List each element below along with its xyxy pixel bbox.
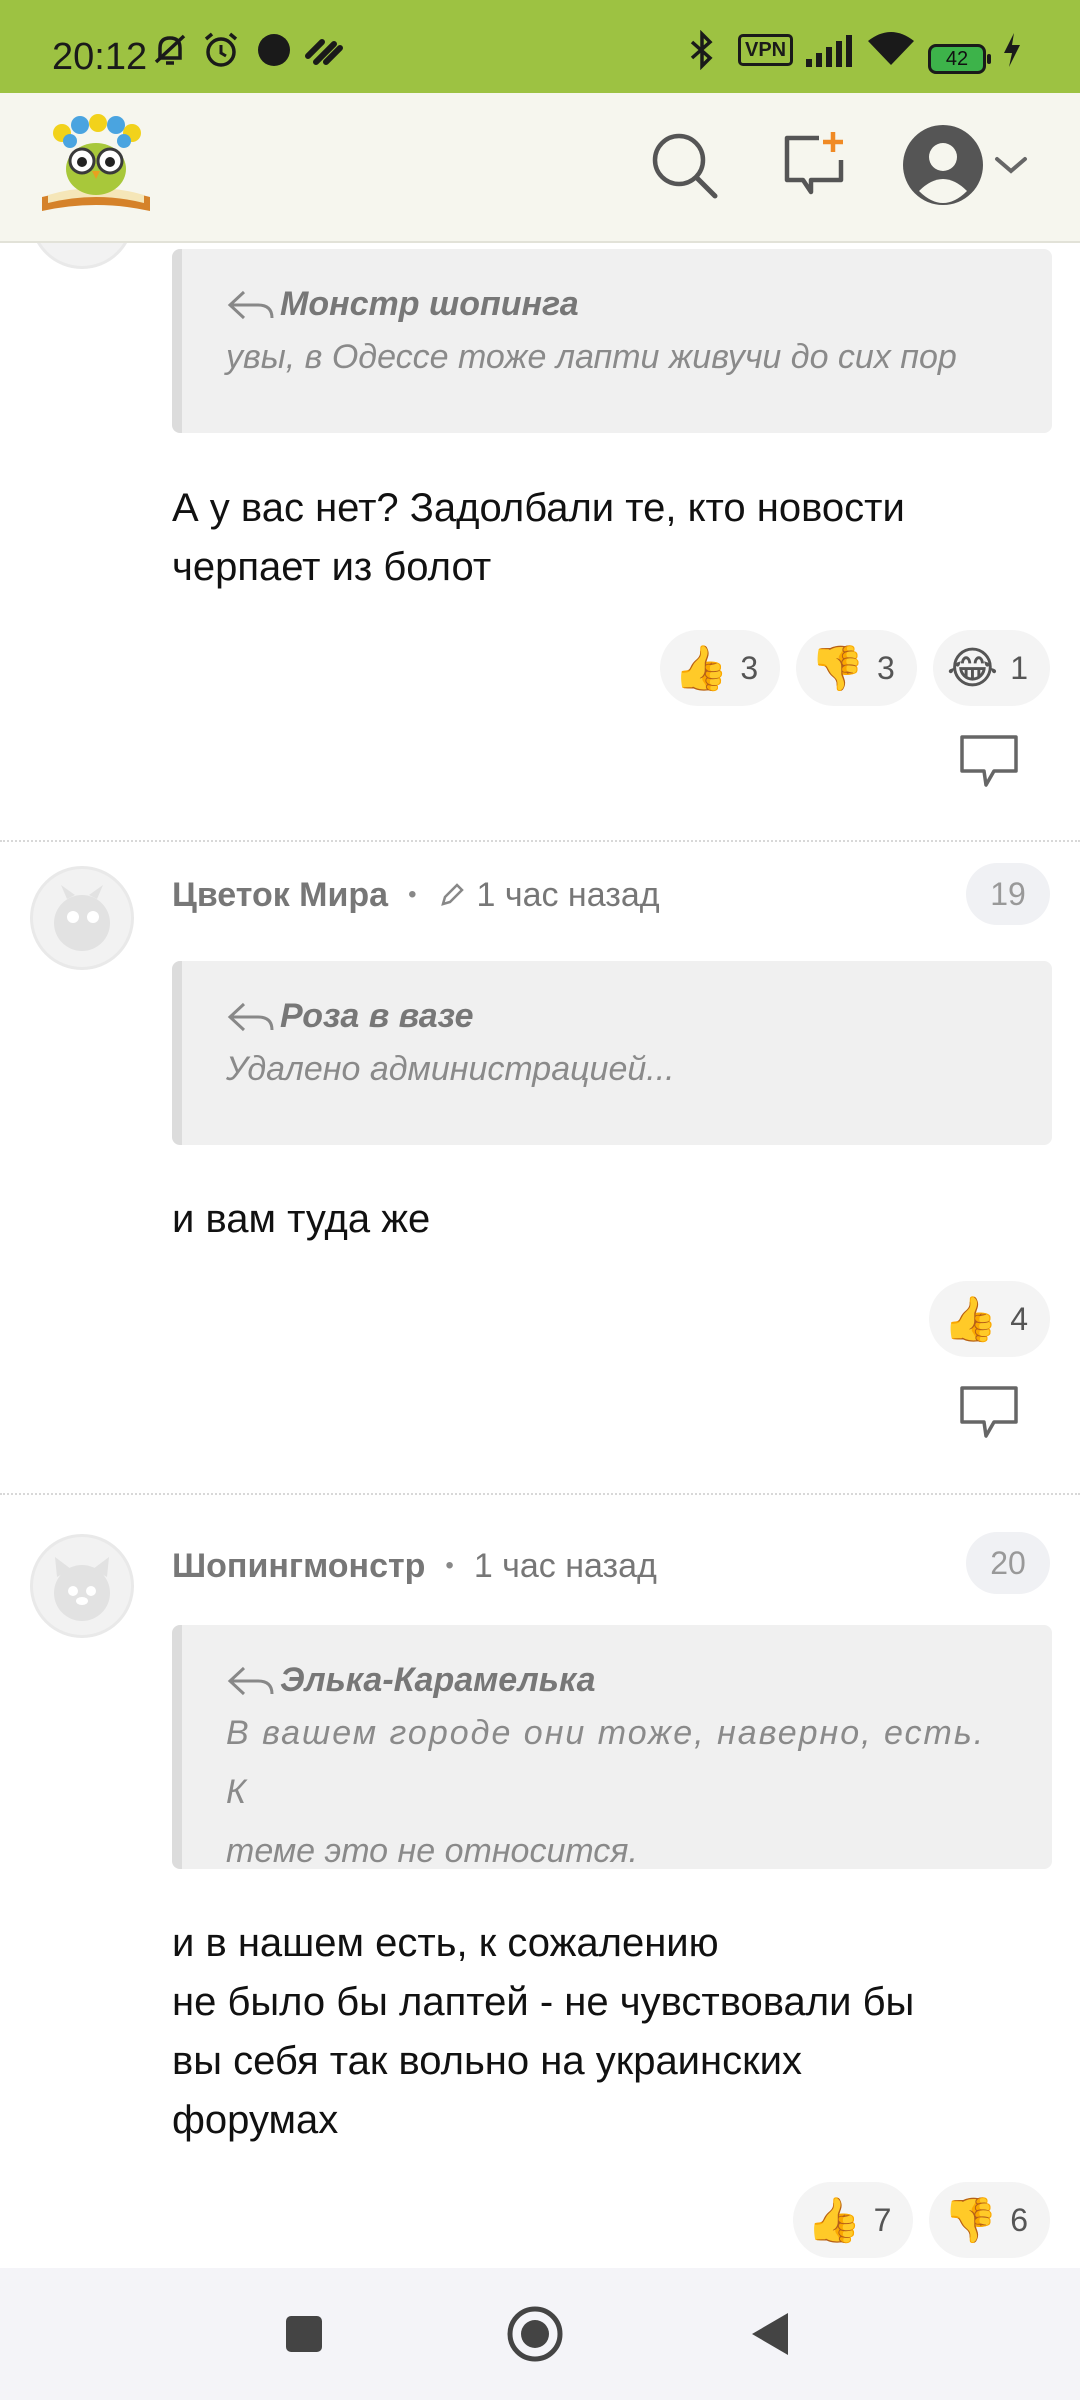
home-circle-icon[interactable] — [505, 2304, 565, 2364]
comment-time: 1 час назад — [473, 1546, 657, 1585]
quote-author: Элька-Карамелька — [226, 1661, 1012, 1700]
new-post-icon[interactable] — [772, 123, 856, 207]
comment-text-line: и вам туда же — [172, 1197, 431, 1241]
comment-time: 1 час назад — [476, 875, 660, 914]
wifi-icon — [866, 30, 916, 70]
quote-author-name: Монстр шопинга — [280, 285, 579, 323]
quote-author: Монстр шопинга — [226, 285, 1012, 324]
reactions-bar: 👍 7 👎 6 — [792, 2182, 1050, 2258]
separator-dot: • — [445, 1552, 454, 1579]
app-icon — [304, 30, 344, 70]
battery-level: 42 — [945, 48, 969, 70]
reaction-count: 7 — [873, 2201, 892, 2238]
reaction-like[interactable]: 👍 4 — [929, 1281, 1050, 1357]
separator-dot: • — [408, 881, 417, 908]
quote-block[interactable]: Элька-Карамелька В вашем городе они тоже… — [172, 1625, 1052, 1870]
owl-book-logo[interactable] — [34, 107, 158, 230]
comment-text-line: форумах — [172, 2098, 339, 2142]
battery-icon: 42 — [928, 44, 991, 74]
reaction-laugh[interactable]: 😂 1 — [932, 630, 1050, 706]
comment-divider — [0, 840, 1080, 842]
app-header — [0, 93, 1080, 243]
comment-text: и вам туда же — [172, 1190, 1032, 1249]
reply-icon[interactable] — [958, 733, 1020, 789]
quote-text: увы, в Одессе тоже лапти живучи до сих п… — [226, 338, 957, 376]
thumbs-up-icon: 👍 — [806, 2195, 862, 2246]
quote-author: Роза в вазе — [226, 997, 1012, 1036]
chevron-down-icon[interactable] — [986, 123, 1036, 207]
pencil-icon — [440, 883, 464, 906]
thumbs-up-icon: 👍 — [673, 643, 729, 694]
reaction-count: 4 — [1010, 1300, 1028, 1337]
reaction-dislike[interactable]: 👎 3 — [796, 630, 917, 706]
reply-arrow-icon — [227, 1002, 274, 1031]
quote-text: В вашем городе они тоже, наверно, есть. … — [226, 1704, 1012, 1881]
reactions-bar: 👍 4 — [929, 1281, 1050, 1357]
avatar[interactable] — [30, 1534, 134, 1638]
reply-arrow-icon — [227, 1666, 274, 1695]
comment-number-badge[interactable]: 19 — [966, 863, 1050, 925]
reaction-like[interactable]: 👍 3 — [659, 630, 781, 706]
quote-block[interactable]: Монстр шопинга увы, в Одессе тоже лапти … — [172, 249, 1052, 433]
comment-text: А у вас нет? Задолбали те, кто новости ч… — [172, 479, 1032, 597]
comment-text-line: вы себя так вольно на украинских — [172, 2039, 802, 2083]
quote-author-name: Роза в вазе — [280, 997, 474, 1035]
comment-text-line: не было бы лаптей - не чувствовали бы — [172, 1980, 915, 2024]
back-triangle-icon[interactable] — [740, 2304, 800, 2364]
comment-author[interactable]: Шопингмонстр — [172, 1547, 425, 1586]
thumbs-up-icon: 👍 — [943, 1294, 999, 1345]
comment-meta: Шопингмонстр • 1 час назад — [172, 1541, 657, 1591]
comment-divider — [0, 1493, 1080, 1495]
laughing-face-icon: 😂 — [946, 642, 999, 694]
vpn-label: VPN — [738, 34, 794, 66]
thumbs-down-icon: 👎 — [943, 2195, 999, 2246]
recents-square-icon[interactable] — [274, 2304, 334, 2364]
status-time: 20:12 — [52, 36, 148, 78]
comment-text-line: А у вас нет? Задолбали те, кто новости — [172, 486, 905, 530]
reaction-count: 3 — [740, 649, 759, 686]
comment-text-line: и в нашем есть, к сожалению — [172, 1921, 719, 1965]
reply-icon[interactable] — [958, 1384, 1020, 1440]
thumbs-down-icon: 👎 — [810, 643, 865, 694]
reaction-count: 1 — [1010, 649, 1028, 686]
avatar[interactable] — [30, 866, 134, 970]
quote-block[interactable]: Роза в вазе Удалено администрацией... — [172, 961, 1052, 1145]
quote-text-line: теме это не относится. — [226, 1832, 638, 1870]
comment-meta: Цветок Мира • 1 час назад — [172, 870, 660, 920]
reaction-count: 3 — [876, 649, 895, 686]
comment-author[interactable]: Цветок Мира — [172, 876, 388, 915]
comment-text-line: черпает из болот — [172, 545, 492, 589]
search-icon[interactable] — [642, 123, 726, 207]
reaction-count: 6 — [1010, 2201, 1028, 2238]
muted-bell-icon — [150, 30, 190, 70]
comment-text: и в нашем есть, к сожалению не было бы л… — [172, 1914, 1032, 2150]
status-bar: 20:12 VPN 42 — [0, 0, 1080, 93]
reactions-bar: 👍 3 👎 3 😂 1 — [659, 630, 1050, 706]
bluetooth-icon — [686, 30, 718, 70]
signal-icon — [804, 30, 854, 70]
comment-number-badge[interactable]: 20 — [966, 1532, 1050, 1594]
quote-text-line: В вашем городе они тоже, наверно, есть. … — [226, 1714, 986, 1811]
reaction-dislike[interactable]: 👎 6 — [929, 2182, 1050, 2258]
vpn-icon: VPN — [738, 30, 794, 70]
reply-arrow-icon — [227, 290, 274, 319]
system-nav-bar — [0, 2268, 1080, 2400]
reaction-like[interactable]: 👍 7 — [792, 2182, 914, 2258]
quote-author-name: Элька-Карамелька — [280, 1661, 596, 1699]
avatar[interactable] — [30, 243, 134, 269]
charging-icon — [1000, 30, 1024, 70]
avatar-icon[interactable] — [898, 120, 988, 210]
alarm-icon — [200, 30, 242, 70]
dot-icon — [256, 30, 292, 70]
quote-text: Удалено администрацией... — [226, 1050, 675, 1088]
